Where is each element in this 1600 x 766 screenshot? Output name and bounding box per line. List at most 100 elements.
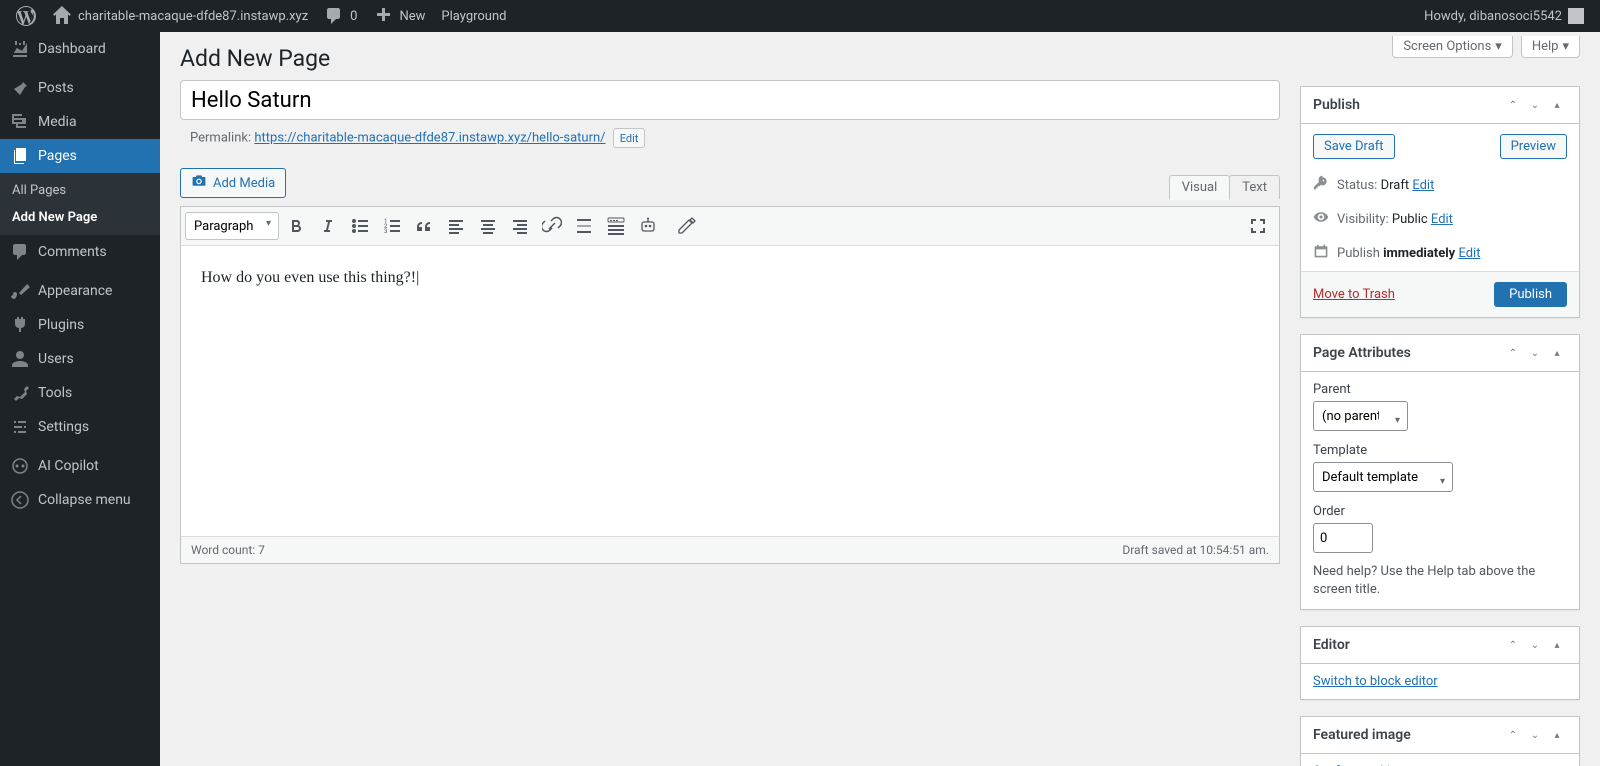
draft-saved-time: Draft saved at 10:54:51 am. [1122, 543, 1269, 557]
preview-button[interactable]: Preview [1500, 134, 1567, 159]
template-label: Template [1313, 443, 1567, 458]
editor-switch-box: Editor ⌃⌄▴ Switch to block editor [1300, 626, 1580, 700]
move-to-trash-link[interactable]: Move to Trash [1313, 287, 1395, 302]
pages-submenu: All Pages Add New Page [0, 173, 160, 235]
post-title-input[interactable] [180, 80, 1280, 120]
sidebar-item-posts[interactable]: Posts [0, 71, 160, 105]
featured-image-box: Featured image ⌃⌄▴ Set featured image [1300, 716, 1580, 766]
sidebar-item-pages[interactable]: Pages [0, 139, 160, 173]
caret-down-icon: ▾ [1562, 39, 1569, 54]
sidebar-item-dashboard[interactable]: Dashboard [0, 32, 160, 66]
move-down-icon[interactable]: ⌄ [1525, 95, 1545, 115]
save-draft-button[interactable]: Save Draft [1313, 134, 1395, 159]
order-label: Order [1313, 504, 1567, 519]
move-up-icon[interactable]: ⌃ [1503, 635, 1523, 655]
link-button[interactable] [537, 211, 567, 241]
new-label: New [399, 9, 425, 24]
avatar-icon [1568, 8, 1584, 24]
move-up-icon[interactable]: ⌃ [1503, 95, 1523, 115]
move-down-icon[interactable]: ⌄ [1525, 725, 1545, 745]
move-up-icon[interactable]: ⌃ [1503, 343, 1523, 363]
sidebar-item-media[interactable]: Media [0, 105, 160, 139]
admin-sidebar: Dashboard Posts Media Pages All Pages Ad… [0, 32, 160, 766]
media-icon [10, 112, 30, 132]
ai-button[interactable] [633, 211, 663, 241]
new-content[interactable]: New [365, 0, 433, 32]
align-center-button[interactable] [473, 211, 503, 241]
parent-select[interactable]: (no parent) [1313, 401, 1408, 431]
wrench-icon [10, 383, 30, 403]
align-right-button[interactable] [505, 211, 535, 241]
toggle-icon[interactable]: ▴ [1547, 725, 1567, 745]
wp-logo[interactable] [8, 0, 44, 32]
editor-content[interactable]: How do you even use this thing?! [181, 246, 1279, 536]
schedule-row: Publish immediately Edit [1301, 237, 1579, 271]
sidebar-item-collapse[interactable]: Collapse menu [0, 483, 160, 517]
caret-down-icon: ▾ [1495, 39, 1502, 54]
submenu-all-pages[interactable]: All Pages [0, 177, 160, 204]
edit-status-link[interactable]: Edit [1412, 178, 1434, 193]
page-heading: Add New Page [180, 36, 1580, 76]
comment-icon [10, 242, 30, 262]
order-input[interactable] [1313, 523, 1373, 553]
eye-icon [1313, 209, 1329, 229]
editor-status-bar: Word count: 7 Draft saved at 10:54:51 am… [181, 536, 1279, 563]
playground-link[interactable]: Playground [433, 0, 514, 32]
page-attributes-box: Page Attributes ⌃⌄▴ Parent (no parent) T… [1300, 334, 1580, 610]
move-down-icon[interactable]: ⌄ [1525, 343, 1545, 363]
toggle-icon[interactable]: ▴ [1547, 635, 1567, 655]
italic-button[interactable] [313, 211, 343, 241]
template-select[interactable]: Default template [1313, 462, 1453, 492]
sidebar-item-tools[interactable]: Tools [0, 376, 160, 410]
numbered-list-button[interactable]: 123 [377, 211, 407, 241]
permalink-row: Permalink: https://charitable-macaque-df… [180, 126, 1280, 156]
edit-slug-button[interactable]: Edit [613, 128, 646, 148]
sidebar-item-ai-copilot[interactable]: AI Copilot [0, 449, 160, 483]
robot-icon [10, 456, 30, 476]
sidebar-item-settings[interactable]: Settings [0, 410, 160, 444]
visibility-row: Visibility: Public Edit [1301, 203, 1579, 237]
plus-icon [373, 6, 393, 26]
toggle-icon[interactable]: ▴ [1547, 95, 1567, 115]
add-media-button[interactable]: Add Media [180, 168, 286, 198]
site-link[interactable]: charitable-macaque-dfde87.instawp.xyz [44, 0, 316, 32]
sidebar-item-users[interactable]: Users [0, 342, 160, 376]
publish-title: Publish [1313, 97, 1360, 113]
home-icon [52, 6, 72, 26]
edit-schedule-link[interactable]: Edit [1458, 246, 1480, 261]
align-left-button[interactable] [441, 211, 471, 241]
fullscreen-button[interactable] [1243, 211, 1273, 241]
my-account[interactable]: Howdy, dibanosoci5542 [1416, 0, 1592, 32]
help-button[interactable]: Help ▾ [1521, 36, 1580, 58]
tab-text[interactable]: Text [1229, 175, 1280, 199]
comments-link[interactable]: 0 [316, 0, 365, 32]
read-more-button[interactable] [569, 211, 599, 241]
tab-visual[interactable]: Visual [1169, 175, 1231, 200]
bullet-list-button[interactable] [345, 211, 375, 241]
move-up-icon[interactable]: ⌃ [1503, 725, 1523, 745]
publish-button[interactable]: Publish [1494, 282, 1567, 307]
sliders-icon [10, 417, 30, 437]
format-select[interactable]: Paragraph [185, 212, 279, 240]
blockquote-button[interactable] [409, 211, 439, 241]
sidebar-item-comments[interactable]: Comments [0, 235, 160, 269]
sidebar-item-plugins[interactable]: Plugins [0, 308, 160, 342]
toggle-icon[interactable]: ▴ [1547, 343, 1567, 363]
submenu-add-new-page[interactable]: Add New Page [0, 204, 160, 231]
pencil-edit-button[interactable] [671, 211, 701, 241]
edit-visibility-link[interactable]: Edit [1431, 212, 1453, 227]
switch-editor-link[interactable]: Switch to block editor [1313, 674, 1438, 689]
permalink-link[interactable]: https://charitable-macaque-dfde87.instaw… [254, 131, 605, 146]
sidebar-item-appearance[interactable]: Appearance [0, 274, 160, 308]
bold-button[interactable] [281, 211, 311, 241]
admin-bar: charitable-macaque-dfde87.instawp.xyz 0 … [0, 0, 1600, 32]
key-icon [1313, 175, 1329, 195]
status-row: Status: Draft Edit [1301, 169, 1579, 203]
toolbar-toggle-button[interactable] [601, 211, 631, 241]
help-text: Need help? Use the Help tab above the sc… [1313, 563, 1567, 599]
move-down-icon[interactable]: ⌄ [1525, 635, 1545, 655]
dashboard-icon [10, 39, 30, 59]
featured-image-title: Featured image [1313, 727, 1411, 743]
screen-options-button[interactable]: Screen Options ▾ [1392, 36, 1513, 58]
page-icon [10, 146, 30, 166]
